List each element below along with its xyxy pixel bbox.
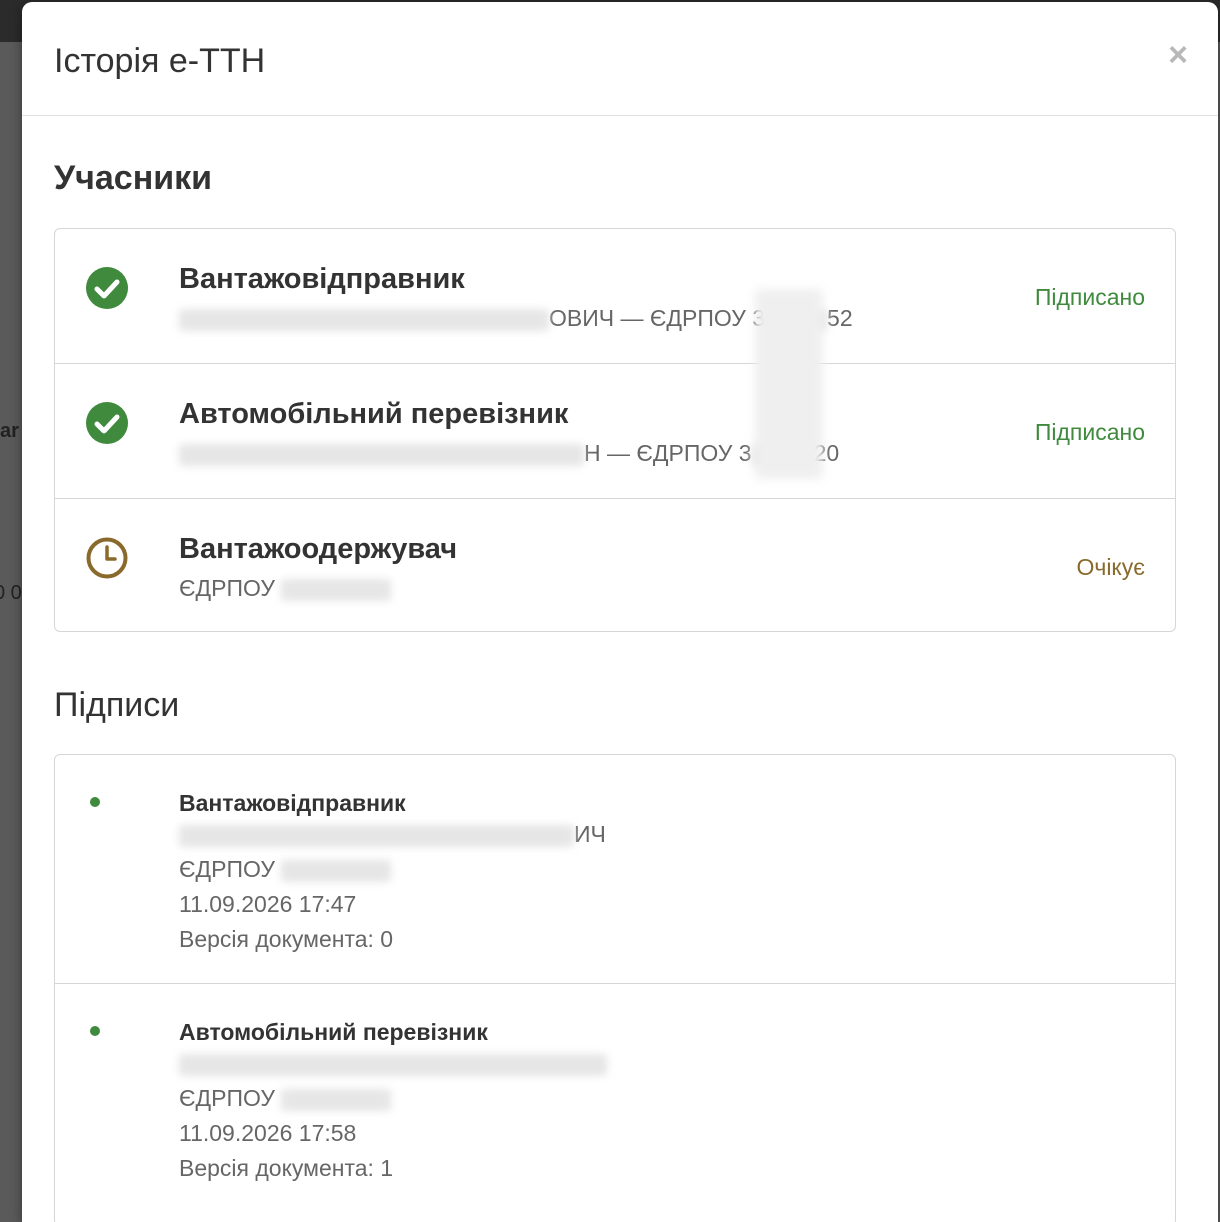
redacted-code xyxy=(281,1088,392,1111)
participant-status: Очікує xyxy=(1076,554,1145,580)
participant-row: Вантажоодержувач ЄДРПОУ Очікує xyxy=(55,499,1175,631)
participant-edrpou-suffix: 52 xyxy=(827,305,853,331)
signature-role: Автомобільний перевізник xyxy=(179,1019,488,1045)
participant-role: Вантажоодержувач xyxy=(179,533,458,565)
participant-status: Підписано xyxy=(1034,419,1145,445)
close-button[interactable]: × xyxy=(1168,38,1188,72)
signature-name-suffix: ИЧ xyxy=(574,821,606,847)
check-circle-icon xyxy=(86,402,128,444)
redacted-code xyxy=(281,578,392,601)
signature-entry: Автомобільний перевізник ЄДРПОУ 11.09.20… xyxy=(55,984,1175,1212)
participant-edrpou-text: Н — ЄДРПОУ 3 xyxy=(584,440,752,466)
redacted-name xyxy=(179,308,549,331)
signature-version: Версія документа: 1 xyxy=(179,1155,394,1181)
edrpou-label: ЄДРПОУ xyxy=(179,1085,275,1111)
signature-name: ИЧ xyxy=(179,821,606,848)
signature-datetime: 11.09.2026 17:47 xyxy=(179,891,357,917)
signature-version: Версія документа: 0 xyxy=(179,926,394,952)
participants-title: Учасники xyxy=(54,159,213,197)
participant-detail: ЄДРПОУ xyxy=(179,575,392,602)
check-circle-icon xyxy=(86,267,128,309)
signature-name xyxy=(179,1050,607,1077)
signature-datetime: 11.09.2026 17:58 xyxy=(179,1120,357,1146)
signatures-panel: Вантажовідправник ИЧ ЄДРПОУ 11.09.2026 1… xyxy=(54,754,1176,1222)
participant-status: Підписано xyxy=(1034,284,1145,310)
modal-title: Історія е-ТТН xyxy=(54,42,266,80)
edrpou-label: ЄДРПОУ xyxy=(179,856,275,882)
redacted-code xyxy=(281,859,392,882)
redacted-name xyxy=(179,443,584,466)
status-dot xyxy=(90,1026,100,1036)
backdrop-text: 0 0 xyxy=(0,582,22,604)
participant-edrpou-text: ОВИЧ — ЄДРПОУ 3 xyxy=(549,305,766,331)
participant-detail: Н — ЄДРПОУ 3 20 xyxy=(179,440,839,467)
history-modal: Історія е-ТТН × Учасники Вантажовідправн… xyxy=(22,2,1218,1222)
participant-role: Вантажовідправник xyxy=(179,263,465,295)
signature-entry: Вантажовідправник ИЧ ЄДРПОУ 11.09.2026 1… xyxy=(55,755,1175,984)
signature-edrpou: ЄДРПОУ xyxy=(179,1085,392,1112)
clock-icon xyxy=(86,537,128,579)
redacted-name xyxy=(179,1053,607,1076)
signature-role: Вантажовідправник xyxy=(179,790,406,816)
signature-edrpou: ЄДРПОУ xyxy=(179,856,392,883)
status-dot xyxy=(90,797,100,807)
participant-row: Вантажовідправник ОВИЧ — ЄДРПОУ 3 52 Підп… xyxy=(55,229,1175,364)
participant-role: Автомобільний перевізник xyxy=(179,398,569,430)
participant-detail: ОВИЧ — ЄДРПОУ 3 52 xyxy=(179,305,853,332)
participant-row: Автомобільний перевізник Н — ЄДРПОУ 3 20 … xyxy=(55,364,1175,499)
backdrop-text: ar xyxy=(0,420,19,442)
modal-header: Історія е-ТТН × xyxy=(22,2,1218,116)
participant-edrpou-text: ЄДРПОУ xyxy=(179,575,275,601)
redacted-name xyxy=(179,824,574,847)
redacted-area xyxy=(755,289,823,479)
signatures-title: Підписи xyxy=(54,686,180,724)
participants-panel: Вантажовідправник ОВИЧ — ЄДРПОУ 3 52 Підп… xyxy=(54,228,1176,632)
